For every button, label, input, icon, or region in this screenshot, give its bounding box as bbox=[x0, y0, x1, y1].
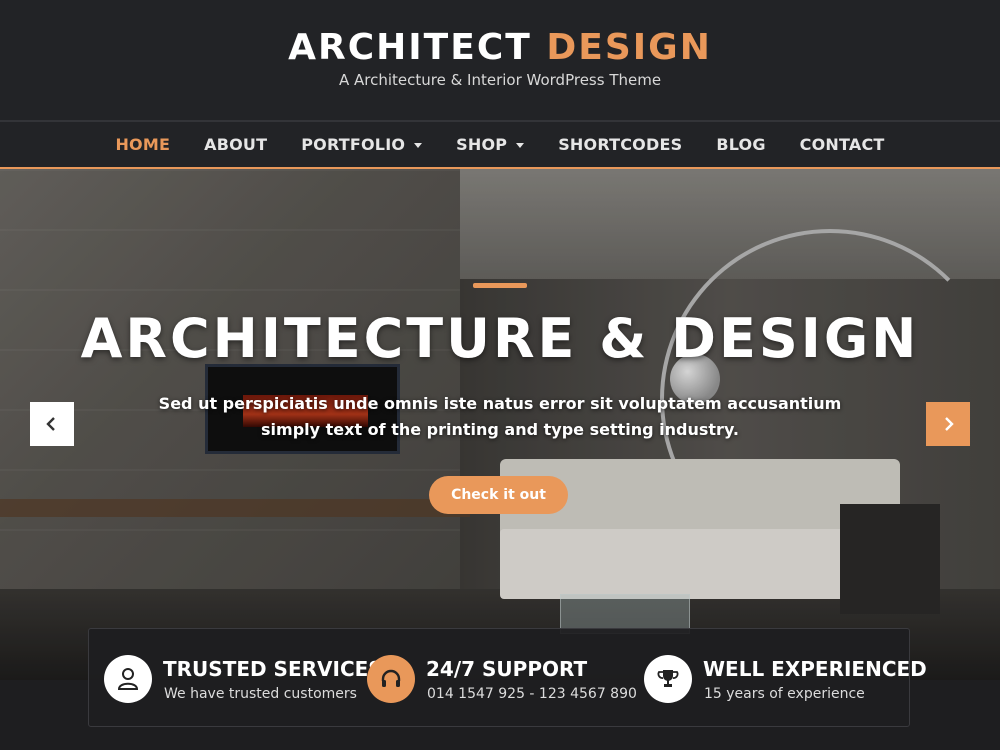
site-header: ARCHITECT DESIGN A Architecture & Interi… bbox=[0, 0, 1000, 120]
feature-title: TRUSTED SERVICES bbox=[163, 657, 383, 681]
site-branding[interactable]: ARCHITECT DESIGN A Architecture & Interi… bbox=[0, 28, 1000, 90]
caret-down-icon bbox=[516, 143, 525, 148]
nav-item-label: ABOUT bbox=[204, 135, 268, 154]
nav-item-home[interactable]: HOME bbox=[115, 135, 170, 154]
caret-down-icon bbox=[414, 143, 423, 148]
title-accent-bar bbox=[473, 283, 527, 288]
nav-item-label: PORTFOLIO bbox=[301, 135, 406, 154]
site-title[interactable]: ARCHITECT DESIGN bbox=[0, 28, 1000, 68]
trophy-icon bbox=[644, 655, 692, 703]
slider-next-button[interactable] bbox=[926, 402, 970, 446]
chevron-right-icon bbox=[945, 417, 954, 431]
site-tagline: A Architecture & Interior WordPress Them… bbox=[338, 71, 662, 89]
chevron-left-icon bbox=[46, 417, 55, 431]
nav-item-label: CONTACT bbox=[799, 135, 885, 154]
site-title-part1[interactable]: ARCHITECT bbox=[288, 27, 532, 68]
feature-title: 24/7 SUPPORT bbox=[426, 657, 588, 681]
headset-icon bbox=[367, 655, 415, 703]
main-navigation: HOME ABOUT PORTFOLIO SHOP SHORTCODES BLO… bbox=[0, 120, 1000, 169]
nav-item-contact[interactable]: CONTACT bbox=[800, 135, 885, 154]
site-title-part2[interactable]: DESIGN bbox=[546, 27, 711, 68]
nav-item-label: BLOG bbox=[716, 135, 766, 154]
check-it-out-button[interactable]: Check it out bbox=[429, 476, 568, 514]
feature-subtitle: 014 1547 925 - 123 4567 890 bbox=[427, 686, 637, 702]
nav-item-label: SHORTCODES bbox=[558, 135, 683, 154]
user-icon bbox=[104, 655, 152, 703]
nav-item-about[interactable]: ABOUT bbox=[204, 135, 267, 154]
nav-item-label: SHOP bbox=[456, 135, 508, 154]
feature-subtitle: We have trusted customers bbox=[164, 686, 357, 702]
hero-title: ARCHITECTURE & DESIGN bbox=[80, 307, 920, 370]
nav-item-shortcodes[interactable]: SHORTCODES bbox=[558, 135, 682, 154]
nav-item-portfolio[interactable]: PORTFOLIO bbox=[301, 135, 423, 154]
feature-title: WELL EXPERIENCED bbox=[703, 657, 927, 681]
nav-item-label: HOME bbox=[115, 135, 171, 154]
nav-item-blog[interactable]: BLOG bbox=[716, 135, 765, 154]
features-box: TRUSTED SERVICES We have trusted custome… bbox=[88, 628, 927, 727]
feature-subtitle: 15 years of experience bbox=[704, 686, 865, 702]
hero-description: Sed ut perspiciatis unde omnis iste natu… bbox=[158, 394, 842, 439]
slider-prev-button[interactable] bbox=[30, 402, 74, 446]
hero-slider: ARCHITECTURE & DESIGN Sed ut perspiciati… bbox=[0, 169, 1000, 680]
nav-item-shop[interactable]: SHOP bbox=[456, 135, 525, 154]
